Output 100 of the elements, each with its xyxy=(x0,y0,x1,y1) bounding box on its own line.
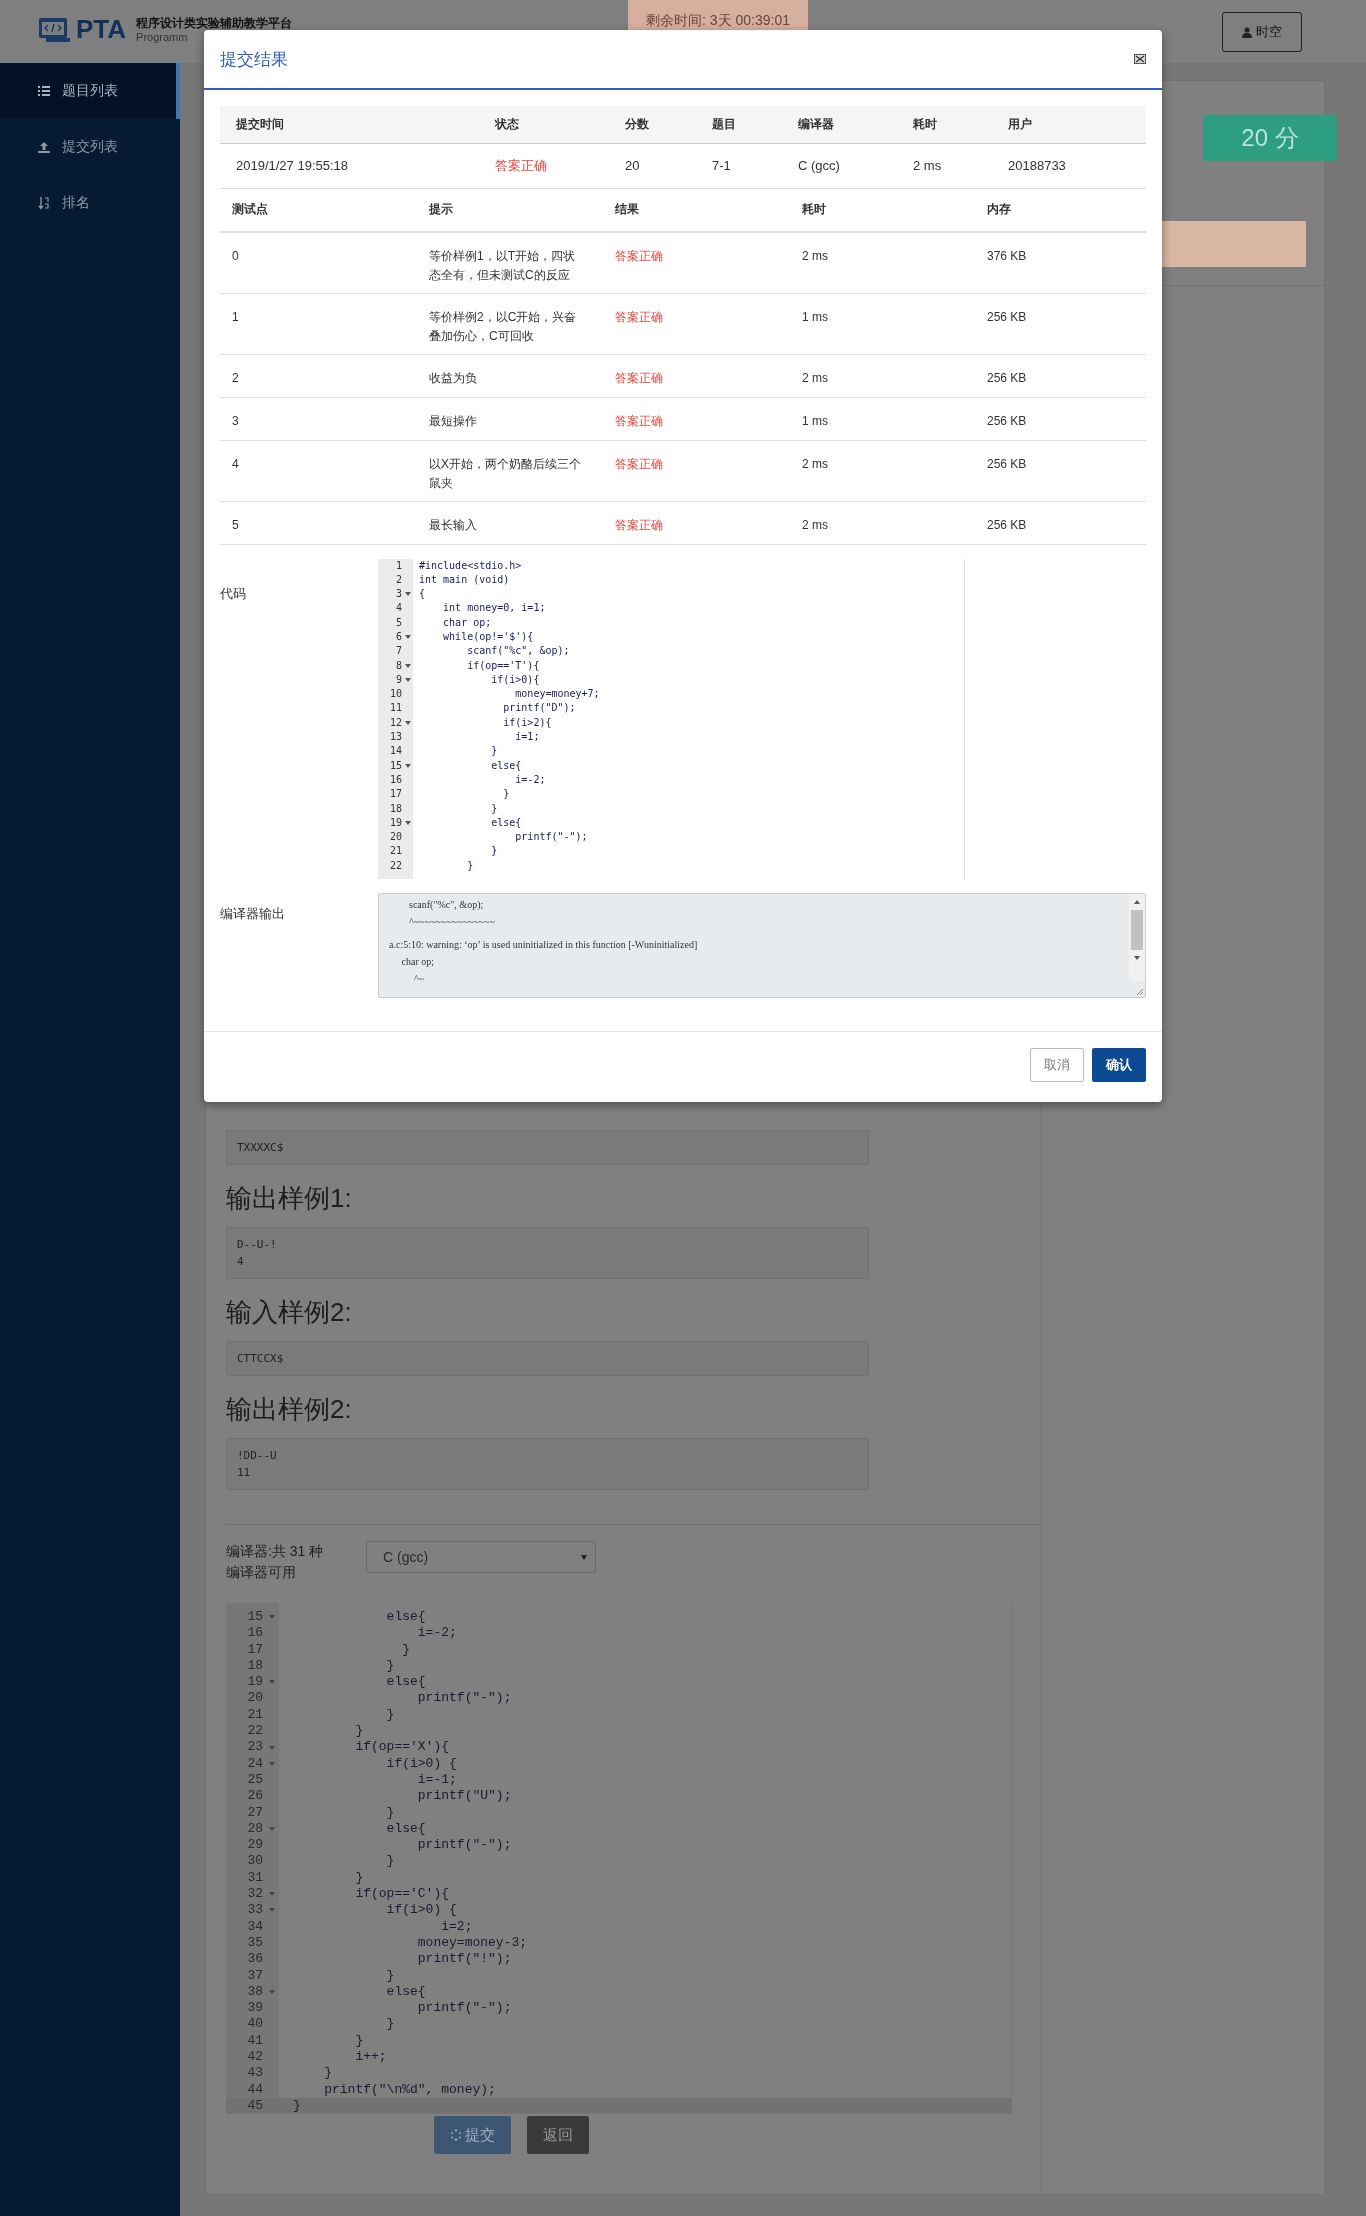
output-label: 编译器输出 xyxy=(220,904,286,923)
line-number: 33 xyxy=(246,1902,264,1919)
line-number: 28 xyxy=(246,1820,264,1838)
line-number: 21 xyxy=(246,1706,264,1724)
confirm-button[interactable]: 确认 xyxy=(1092,1048,1146,1082)
line-number: 14 xyxy=(388,744,402,759)
code-line: i=-1; xyxy=(416,1771,457,1789)
fold-arrow-icon[interactable] xyxy=(404,763,411,768)
line-number: 18 xyxy=(246,1657,264,1675)
line-number: 21 xyxy=(388,844,402,859)
line-number: 20 xyxy=(246,1690,264,1707)
code-window-icon xyxy=(38,16,72,43)
cancel-button[interactable]: 取消 xyxy=(1030,1048,1084,1082)
code-line: printf("!"); xyxy=(416,1951,512,1968)
code-line: else{ xyxy=(490,815,522,830)
line-number: 43 xyxy=(246,2065,264,2082)
table-cell: 答案正确 xyxy=(603,397,790,440)
sidebar-item[interactable]: 排名 xyxy=(0,175,180,231)
line-number: 24 xyxy=(246,1755,264,1772)
code-label: 代码 xyxy=(220,584,247,603)
code-line: else{ xyxy=(490,758,522,773)
fold-arrow-icon[interactable] xyxy=(404,663,411,668)
logo-text[interactable]: PTA xyxy=(76,14,127,45)
platform-subtitle: Programm xyxy=(136,29,189,44)
compiler-select[interactable]: C (gcc) xyxy=(366,1541,596,1573)
user-icon xyxy=(1242,26,1252,38)
line-number: 41 xyxy=(246,2032,264,2049)
column-header: 题目 xyxy=(696,106,782,143)
code-line: else{ xyxy=(385,1674,426,1691)
line-number: 3 xyxy=(394,587,402,602)
fold-arrow-icon[interactable] xyxy=(404,635,411,640)
table-cell: 2019/1/27 19:55:18 xyxy=(220,143,479,188)
table-cell: 1 ms xyxy=(790,293,975,354)
caret-icon xyxy=(581,1555,587,1560)
score-ribbon: 20 分 xyxy=(1203,115,1337,161)
table-cell: 20188733 xyxy=(992,143,1146,188)
code-line: printf("-"); xyxy=(416,2000,512,2017)
table-cell: 2 ms xyxy=(897,143,992,188)
code-line: printf("-"); xyxy=(416,1837,512,1854)
table-cell: 等价样例1，以T开始，四状态全有，但未测试C的反应 xyxy=(417,231,603,293)
code-line: } xyxy=(490,844,498,859)
line-number: 10 xyxy=(388,687,402,702)
code-line: } xyxy=(466,858,474,873)
fold-arrow-icon[interactable] xyxy=(404,720,411,725)
code-line: printf("\n%d", money); xyxy=(323,2081,496,2098)
code-line: if(op=='X'){ xyxy=(354,1739,450,1756)
code-line: printf("-"); xyxy=(416,1690,512,1707)
line-number: 37 xyxy=(246,1967,264,1984)
code-line: } xyxy=(490,744,498,759)
table-cell: 1 ms xyxy=(790,397,975,440)
line-number: 32 xyxy=(246,1886,264,1903)
column-header: 状态 xyxy=(479,106,609,143)
fold-arrow-icon[interactable] xyxy=(404,821,411,825)
code-line: else{ xyxy=(385,1983,426,2001)
line-number: 29 xyxy=(246,1837,264,1854)
fold-arrow-icon[interactable] xyxy=(404,678,411,682)
table-cell: C (gcc) xyxy=(782,143,897,188)
line-number: 17 xyxy=(246,1641,264,1658)
table-cell: 等价样例2，以C开始，兴奋叠加伤心，C可回收 xyxy=(417,293,603,354)
code-line: } xyxy=(490,801,498,816)
table-cell: 收益为负 xyxy=(417,354,603,397)
dialog-title: 提交结果 xyxy=(220,48,288,71)
code-line: printf("D"); xyxy=(502,701,576,716)
column-header: 提示 xyxy=(417,188,603,232)
code-line: money=money+7; xyxy=(514,687,600,702)
submit-button[interactable]: 提交 xyxy=(433,2116,511,2155)
line-number: 18 xyxy=(388,801,402,816)
code-line: } xyxy=(385,1804,395,1821)
line-number: 11 xyxy=(388,701,402,716)
line-number: 15 xyxy=(388,758,402,773)
table-cell: 7-1 xyxy=(696,143,782,188)
fold-arrow-icon[interactable] xyxy=(404,592,411,597)
column-header: 耗时 xyxy=(897,106,992,143)
sample-heading: 输入样例2: xyxy=(226,1296,353,1329)
upload-icon xyxy=(38,141,50,153)
back-button[interactable]: 返回 xyxy=(526,2116,589,2155)
line-number: 17 xyxy=(388,787,402,802)
code-line: } xyxy=(385,1853,395,1870)
line-number: 19 xyxy=(246,1674,264,1691)
code-line: } xyxy=(385,1706,395,1724)
user-button[interactable]: 时空 xyxy=(1222,12,1302,52)
code-line: if(i>2){ xyxy=(502,715,552,730)
scrollbar[interactable] xyxy=(1129,893,1145,981)
line-number: 15 xyxy=(246,1609,264,1626)
sidebar-item[interactable]: 提交列表 xyxy=(0,119,180,175)
resize-grip-icon[interactable] xyxy=(1136,987,1143,995)
close-icon[interactable] xyxy=(1134,54,1146,64)
table-cell: 答案正确 xyxy=(603,501,790,544)
line-number: 34 xyxy=(246,1918,264,1935)
code-line: i=2; xyxy=(440,1918,473,1935)
code-line: } xyxy=(401,1641,411,1658)
code-line: else{ xyxy=(385,1609,426,1626)
code-line: char op; xyxy=(442,615,492,630)
sample-block: TXXXXC$ xyxy=(226,1130,869,1165)
line-number: 42 xyxy=(246,2049,264,2066)
table-cell: 1 xyxy=(220,293,417,354)
code-line: } xyxy=(385,1967,395,1984)
table-cell: 256 KB xyxy=(975,293,1146,354)
spinner-icon xyxy=(449,2129,462,2142)
sidebar-item[interactable]: 题目列表 xyxy=(0,63,180,119)
